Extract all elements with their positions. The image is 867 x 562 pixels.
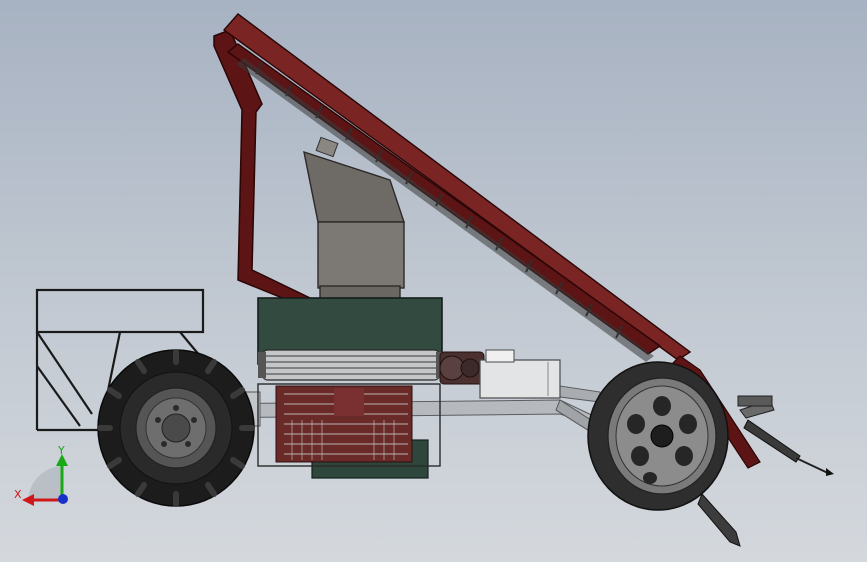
- coordinate-triad-icon: Y X: [14, 444, 68, 506]
- tractor-tire-icon[interactable]: [97, 349, 255, 507]
- triad-y-label: Y: [57, 444, 65, 457]
- engine-tank[interactable]: [479, 349, 561, 399]
- roller-drum[interactable]: [258, 349, 444, 381]
- cad-viewport[interactable]: Y X: [0, 0, 867, 562]
- spoked-wheel-icon[interactable]: [587, 361, 729, 511]
- harvester-model[interactable]: Y X: [0, 0, 867, 562]
- triad-x-label: X: [14, 488, 22, 501]
